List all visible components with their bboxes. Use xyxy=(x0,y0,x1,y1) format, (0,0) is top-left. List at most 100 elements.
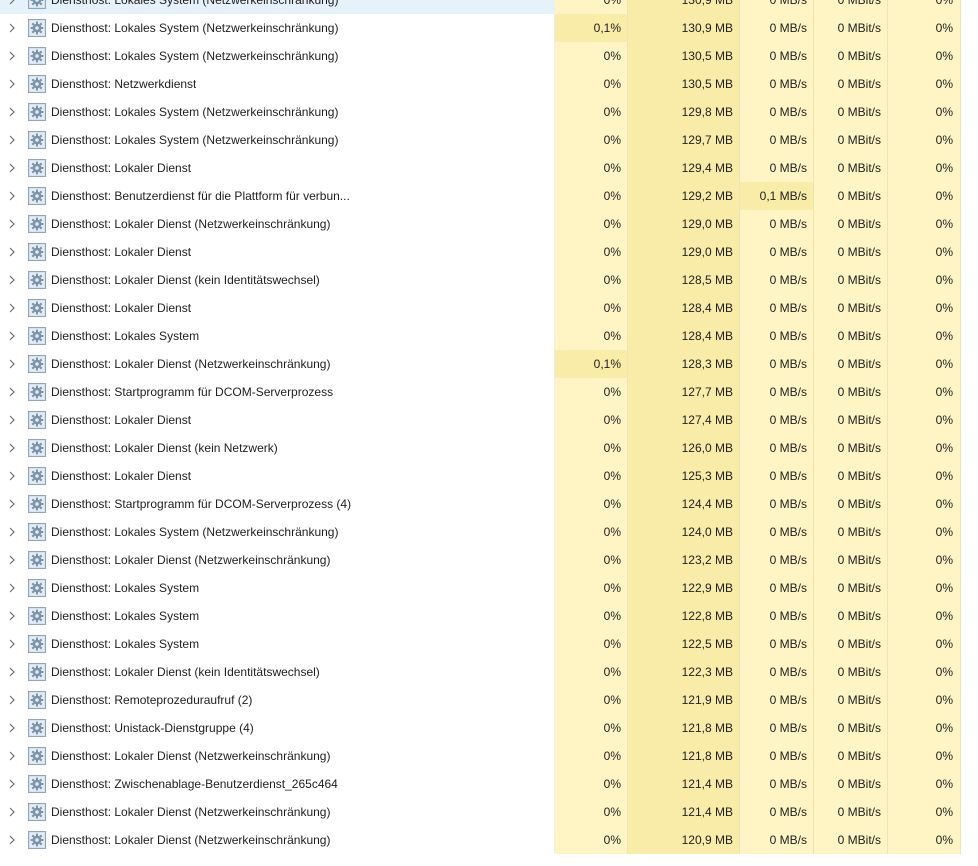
network-value: 0 MBit/s xyxy=(837,581,881,595)
scrollbar-gutter xyxy=(961,98,978,126)
process-row[interactable]: Diensthost: Lokales System 0% 122,8 MB 0… xyxy=(0,602,978,630)
chevron-right-icon[interactable] xyxy=(0,70,24,98)
chevron-right-icon[interactable] xyxy=(0,182,24,210)
chevron-right-icon[interactable] xyxy=(0,406,24,434)
process-row[interactable]: Diensthost: Lokales System (Netzwerkeins… xyxy=(0,42,978,70)
chevron-right-icon[interactable] xyxy=(0,686,24,714)
cpu-cell: 0,1% xyxy=(555,350,628,378)
chevron-right-icon[interactable] xyxy=(0,42,24,70)
network-cell: 0 MBit/s xyxy=(814,378,888,406)
memory-cell: 126,0 MB xyxy=(628,434,740,462)
process-row[interactable]: Diensthost: Lokaler Dienst 0% 129,0 MB 0… xyxy=(0,238,978,266)
chevron-right-icon[interactable] xyxy=(0,742,24,770)
chevron-right-icon[interactable] xyxy=(0,14,24,42)
chevron-right-icon[interactable] xyxy=(0,322,24,350)
disk-cell: 0 MB/s xyxy=(740,602,814,630)
process-row[interactable]: Diensthost: Lokaler Dienst 0% 125,3 MB 0… xyxy=(0,462,978,490)
chevron-right-icon[interactable] xyxy=(0,714,24,742)
process-row[interactable]: Diensthost: Startprogramm für DCOM-Serve… xyxy=(0,378,978,406)
process-row[interactable]: Diensthost: Lokaler Dienst (Netzwerkeins… xyxy=(0,798,978,826)
process-row[interactable]: Diensthost: Zwischenablage-Benutzerdiens… xyxy=(0,770,978,798)
process-row[interactable]: Diensthost: Lokales System (Netzwerkeins… xyxy=(0,0,978,14)
network-value: 0 MBit/s xyxy=(837,777,881,791)
chevron-right-icon[interactable] xyxy=(0,98,24,126)
network-value: 0 MBit/s xyxy=(837,805,881,819)
chevron-right-icon[interactable] xyxy=(0,826,24,854)
process-row[interactable]: Diensthost: Lokales System (Netzwerkeins… xyxy=(0,98,978,126)
process-row[interactable]: Diensthost: Lokaler Dienst (Netzwerkeins… xyxy=(0,210,978,238)
disk-cell: 0 MB/s xyxy=(740,0,814,14)
memory-value: 124,0 MB xyxy=(681,525,733,539)
process-row[interactable]: Diensthost: Lokaler Dienst (Netzwerkeins… xyxy=(0,826,978,854)
process-row[interactable]: Diensthost: Lokales System (Netzwerkeins… xyxy=(0,518,978,546)
chevron-right-icon[interactable] xyxy=(0,266,24,294)
chevron-right-icon[interactable] xyxy=(0,154,24,182)
chevron-right-icon[interactable] xyxy=(0,770,24,798)
cpu-cell: 0% xyxy=(555,378,628,406)
process-row[interactable]: Diensthost: Lokales System 0% 122,9 MB 0… xyxy=(0,574,978,602)
chevron-right-icon[interactable] xyxy=(0,658,24,686)
process-row[interactable]: Diensthost: Lokaler Dienst (Netzwerkeins… xyxy=(0,742,978,770)
process-row[interactable]: Diensthost: Lokaler Dienst (kein Netzwer… xyxy=(0,434,978,462)
chevron-right-icon[interactable] xyxy=(0,126,24,154)
scrollbar-gutter xyxy=(961,714,978,742)
process-row[interactable]: Diensthost: Lokales System 0% 122,5 MB 0… xyxy=(0,630,978,658)
gpu-value: 0% xyxy=(935,161,953,175)
memory-cell: 122,5 MB xyxy=(628,630,740,658)
scrollbar-gutter xyxy=(961,742,978,770)
process-name: Diensthost: Lokaler Dienst (Netzwerkeins… xyxy=(51,805,331,819)
chevron-right-icon[interactable] xyxy=(0,602,24,630)
chevron-right-icon[interactable] xyxy=(0,210,24,238)
scrollbar-gutter xyxy=(961,238,978,266)
chevron-right-icon[interactable] xyxy=(0,0,24,14)
process-row[interactable]: Diensthost: Lokaler Dienst 0% 129,4 MB 0… xyxy=(0,154,978,182)
gpu-value: 0% xyxy=(935,777,953,791)
service-gear-icon xyxy=(28,467,46,485)
disk-cell: 0 MB/s xyxy=(740,294,814,322)
process-row[interactable]: Diensthost: Lokales System 0% 128,4 MB 0… xyxy=(0,322,978,350)
cpu-cell: 0% xyxy=(555,434,628,462)
process-name-cell: Diensthost: Lokales System (Netzwerkeins… xyxy=(0,98,555,126)
disk-value: 0 MB/s xyxy=(769,721,807,735)
process-row[interactable]: Diensthost: Lokaler Dienst 0% 127,4 MB 0… xyxy=(0,406,978,434)
service-gear-icon xyxy=(28,299,46,317)
network-cell: 0 MBit/s xyxy=(814,574,888,602)
chevron-right-icon[interactable] xyxy=(0,490,24,518)
process-row[interactable]: Diensthost: Startprogramm für DCOM-Serve… xyxy=(0,490,978,518)
process-row[interactable]: Diensthost: Netzwerkdienst 0% 130,5 MB 0… xyxy=(0,70,978,98)
chevron-right-icon[interactable] xyxy=(0,294,24,322)
network-cell: 0 MBit/s xyxy=(814,0,888,14)
process-row[interactable]: Diensthost: Remoteprozeduraufruf (2) 0% … xyxy=(0,686,978,714)
network-cell: 0 MBit/s xyxy=(814,714,888,742)
service-gear-icon xyxy=(28,439,46,457)
chevron-right-icon[interactable] xyxy=(0,238,24,266)
chevron-right-icon[interactable] xyxy=(0,462,24,490)
scrollbar-gutter xyxy=(961,770,978,798)
memory-cell: 127,4 MB xyxy=(628,406,740,434)
process-row[interactable]: Diensthost: Unistack-Dienstgruppe (4) 0%… xyxy=(0,714,978,742)
chevron-right-icon[interactable] xyxy=(0,630,24,658)
process-row[interactable]: Diensthost: Lokaler Dienst (Netzwerkeins… xyxy=(0,350,978,378)
gpu-cell: 0% xyxy=(888,210,961,238)
chevron-right-icon[interactable] xyxy=(0,518,24,546)
gpu-cell: 0% xyxy=(888,406,961,434)
chevron-right-icon[interactable] xyxy=(0,574,24,602)
process-name-cell: Diensthost: Lokaler Dienst xyxy=(0,406,555,434)
process-row[interactable]: Diensthost: Lokales System (Netzwerkeins… xyxy=(0,126,978,154)
process-row[interactable]: Diensthost: Lokaler Dienst 0% 128,4 MB 0… xyxy=(0,294,978,322)
chevron-right-icon[interactable] xyxy=(0,350,24,378)
service-gear-icon xyxy=(28,131,46,149)
disk-cell: 0 MB/s xyxy=(740,770,814,798)
chevron-right-icon[interactable] xyxy=(0,434,24,462)
process-row[interactable]: Diensthost: Benutzerdienst für die Platt… xyxy=(0,182,978,210)
process-row[interactable]: Diensthost: Lokales System (Netzwerkeins… xyxy=(0,14,978,42)
gpu-cell: 0% xyxy=(888,630,961,658)
chevron-right-icon[interactable] xyxy=(0,546,24,574)
process-row[interactable]: Diensthost: Lokaler Dienst (kein Identit… xyxy=(0,658,978,686)
memory-value: 126,0 MB xyxy=(681,441,733,455)
process-row[interactable]: Diensthost: Lokaler Dienst (kein Identit… xyxy=(0,266,978,294)
chevron-right-icon[interactable] xyxy=(0,378,24,406)
process-name: Diensthost: Lokales System xyxy=(51,329,200,343)
chevron-right-icon[interactable] xyxy=(0,798,24,826)
process-row[interactable]: Diensthost: Lokaler Dienst (Netzwerkeins… xyxy=(0,546,978,574)
